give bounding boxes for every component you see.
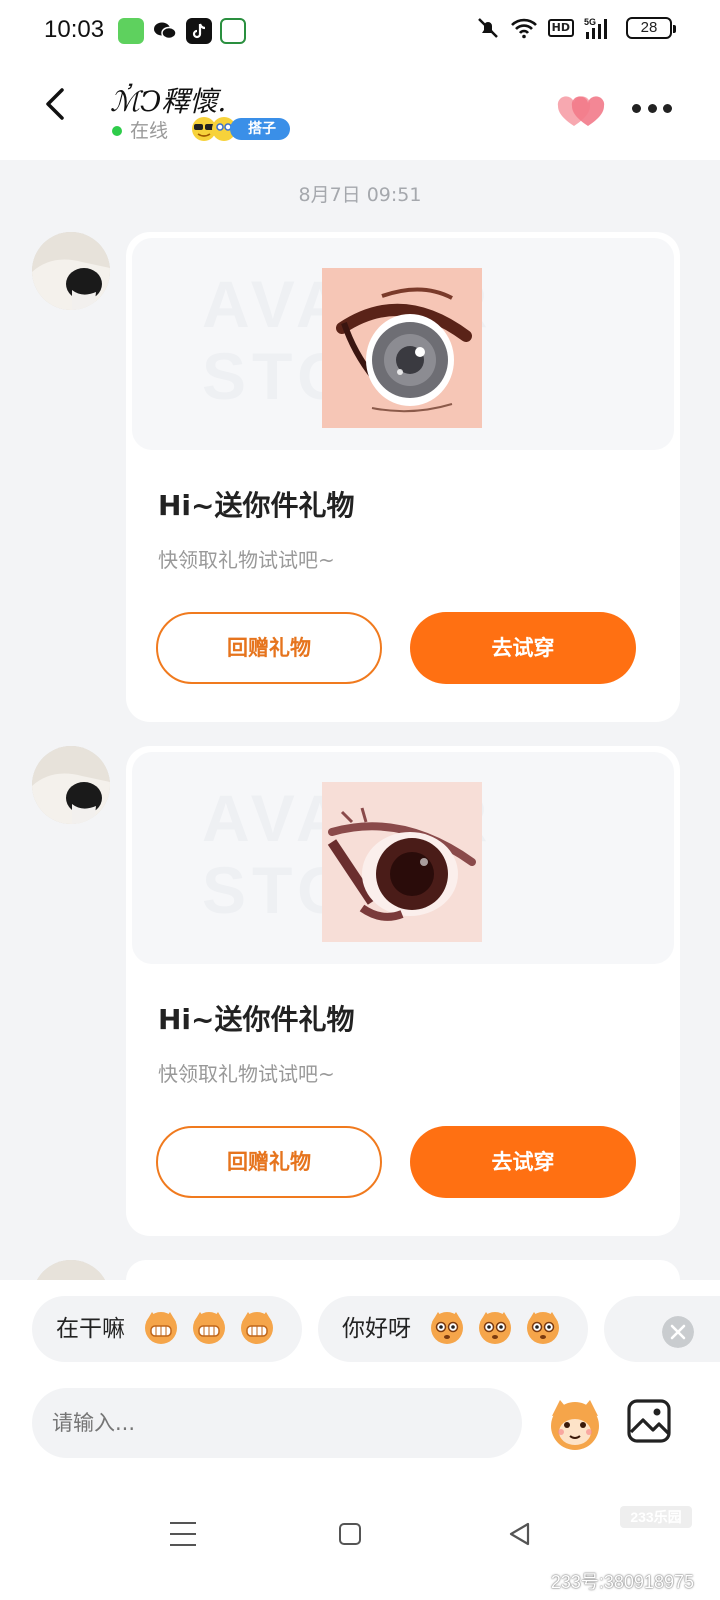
emoji-icon[interactable]	[544, 1392, 606, 1454]
oppo-notification-icon	[220, 18, 246, 44]
online-status: 在线	[130, 120, 169, 142]
gift-message-card: AVATAR STORE Hi~送你件礼物 快领取礼物试试吧~ 回赠礼物 去试穿	[126, 746, 680, 1236]
gift-subtitle: 快领取礼物试试吧~	[158, 548, 335, 572]
site-watermark-id: 233号:380918975	[550, 1572, 694, 1592]
gift-message-card: AVATAR STORE Hi~送你件礼物 快领取礼物试试吧~ 回赠礼物 去试穿	[126, 232, 680, 722]
message-input[interactable]	[32, 1388, 522, 1458]
back-arrow-icon[interactable]	[36, 84, 76, 124]
wechat-notification-icon	[152, 18, 178, 44]
system-nav-bar: 233乐园 233号:380918975	[0, 1490, 720, 1600]
surprised-emoji-icon	[479, 1312, 511, 1344]
surprised-emoji-icon	[431, 1312, 463, 1344]
eye-gift-image[interactable]	[322, 268, 482, 428]
chat-header: ℳ҆Ↄ釋懷. 在线 搭子	[0, 62, 720, 160]
mute-icon	[477, 18, 498, 38]
quick-reply-emojis	[142, 1308, 276, 1346]
recent-apps-icon[interactable]	[170, 1522, 196, 1546]
return-gift-button[interactable]: 回赠礼物	[156, 1126, 382, 1198]
nav-back-icon[interactable]	[506, 1520, 534, 1548]
signal-icon: 5G	[584, 17, 607, 39]
try-on-button[interactable]: 去试穿	[410, 1126, 636, 1198]
return-gift-button[interactable]: 回赠礼物	[156, 612, 382, 684]
grin-emoji-icon	[193, 1312, 225, 1344]
message-timestamp: 8月7日 09:51	[298, 184, 422, 206]
battery-indicator: 28	[626, 17, 676, 39]
surprised-emoji-icon	[527, 1312, 559, 1344]
try-on-button[interactable]: 去试穿	[410, 612, 636, 684]
site-watermark-logo: 233乐园	[620, 1506, 692, 1528]
grin-emoji-icon	[241, 1312, 273, 1344]
app-notification-icon	[118, 18, 144, 44]
quick-reply-text: 你好呀	[342, 1316, 411, 1342]
status-bar: 10:03 HD 5G 28	[0, 0, 720, 62]
hearts-icon[interactable]	[556, 92, 608, 132]
more-icon[interactable]	[632, 104, 672, 116]
sender-avatar[interactable]	[32, 746, 110, 824]
gift-subtitle: 快领取礼物试试吧~	[158, 1062, 335, 1086]
status-icons: HD 5G 28	[476, 16, 676, 40]
status-time: 10:03	[44, 16, 105, 43]
quick-reply-text: 在干嘛	[56, 1316, 125, 1342]
eye-gift-image[interactable]	[322, 782, 482, 942]
quick-reply-emojis	[428, 1308, 562, 1346]
image-icon[interactable]	[626, 1398, 672, 1444]
partner-badge: 搭子	[230, 118, 290, 140]
gift-title: Hi~送你件礼物	[158, 1003, 355, 1036]
hd-icon: HD	[547, 19, 574, 37]
gift-banner: AVATAR STORE	[132, 238, 674, 450]
online-dot-icon	[112, 126, 122, 136]
gift-title: Hi~送你件礼物	[158, 489, 355, 522]
sender-avatar[interactable]	[32, 232, 110, 310]
gift-banner: AVATAR STORE	[132, 752, 674, 964]
tiktok-notification-icon	[186, 18, 212, 44]
svg-text:5G: 5G	[584, 17, 596, 27]
wifi-icon	[510, 18, 537, 39]
grin-emoji-icon	[145, 1312, 177, 1344]
close-icon[interactable]	[662, 1316, 694, 1348]
home-icon[interactable]	[339, 1523, 361, 1545]
